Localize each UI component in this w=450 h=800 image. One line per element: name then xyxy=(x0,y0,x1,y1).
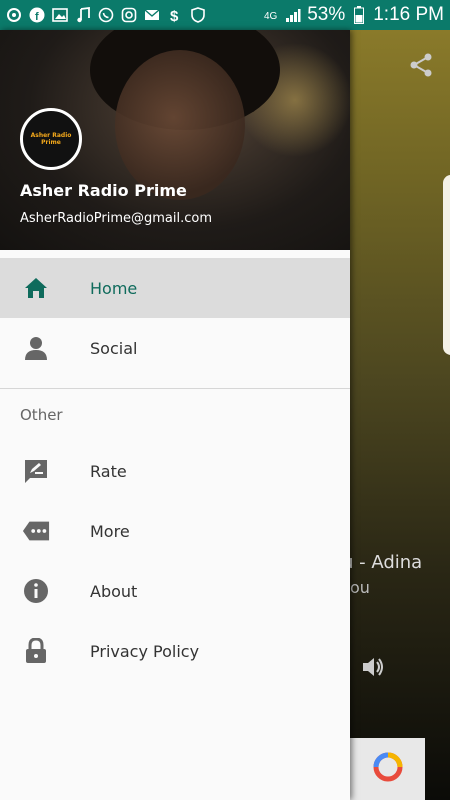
ad-banner[interactable] xyxy=(350,738,425,800)
svg-text:4G: 4G xyxy=(264,11,278,22)
status-bar: f $ 4G 53% 1:16 PM xyxy=(0,0,450,30)
whatsapp-icon xyxy=(98,7,114,23)
lock-icon xyxy=(22,637,50,665)
menu-item-rate[interactable]: Rate xyxy=(0,441,350,501)
svg-text:$: $ xyxy=(170,8,179,23)
section-header-other: Other xyxy=(20,406,63,424)
instagram-icon xyxy=(121,7,137,23)
menu-item-more[interactable]: More xyxy=(0,501,350,561)
menu-item-home[interactable]: Home xyxy=(0,258,350,318)
rate-icon xyxy=(22,457,50,485)
info-icon xyxy=(22,577,50,605)
drawer-menu: Home Social Other Rate More About Privac… xyxy=(0,258,350,681)
avatar[interactable]: Asher Radio Prime xyxy=(20,108,82,170)
header-email: AsherRadioPrime@gmail.com xyxy=(20,211,213,226)
mail-icon xyxy=(144,7,160,23)
menu-item-social[interactable]: Social xyxy=(0,318,350,378)
menu-item-privacy-policy[interactable]: Privacy Policy xyxy=(0,621,350,681)
music-icon xyxy=(75,7,91,23)
header-photo xyxy=(115,50,245,200)
wifi-shield-icon xyxy=(190,7,206,23)
menu-item-label: Rate xyxy=(90,461,127,481)
menu-item-label: Home xyxy=(90,278,138,298)
person-icon xyxy=(22,334,50,362)
menu-item-about[interactable]: About xyxy=(0,561,350,621)
status-right: 4G 53% 1:16 PM xyxy=(263,4,444,26)
background-card xyxy=(443,175,450,355)
navigation-drawer: Asher Radio Prime Asher Radio Prime Ashe… xyxy=(0,30,350,800)
header-name: Asher Radio Prime xyxy=(20,181,187,200)
dollar-icon: $ xyxy=(167,7,183,23)
menu-item-label: Social xyxy=(90,338,138,358)
more-icon xyxy=(22,517,50,545)
battery-icon xyxy=(351,6,367,24)
svg-text:f: f xyxy=(35,11,39,23)
clock: 1:16 PM xyxy=(373,4,444,25)
battery-percent: 53% xyxy=(307,4,346,25)
volume-icon[interactable] xyxy=(360,654,386,684)
settings-icon xyxy=(6,7,22,23)
facebook-icon: f xyxy=(29,7,45,23)
wifi-icon: 4G xyxy=(263,7,279,23)
now-playing-title: u - Adina xyxy=(350,552,423,573)
menu-item-label: About xyxy=(90,581,138,601)
image-icon xyxy=(52,7,68,23)
avatar-logo-text: Asher Radio Prime xyxy=(30,132,72,146)
signal-icon xyxy=(285,7,301,23)
now-playing-subtitle: ou xyxy=(350,578,370,597)
menu-item-label: Privacy Policy xyxy=(90,641,200,661)
home-icon xyxy=(22,274,50,302)
share-icon[interactable] xyxy=(408,52,434,82)
menu-item-label: More xyxy=(90,521,130,541)
status-left-icons: f $ xyxy=(6,7,206,23)
ad-logo-icon xyxy=(371,750,405,788)
drawer-header: Asher Radio Prime Asher Radio Prime Ashe… xyxy=(0,30,350,250)
background-app: u - Adina ou xyxy=(350,30,450,800)
